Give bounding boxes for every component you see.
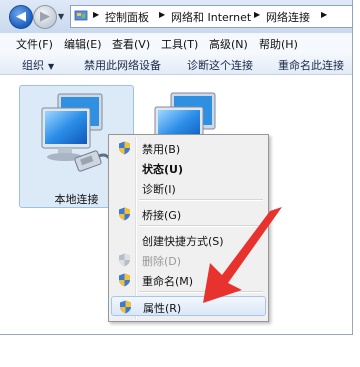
rename-connection-button[interactable]: 重命名此连接 <box>278 57 344 73</box>
menu-tools[interactable]: 工具(T) <box>161 36 198 52</box>
menu-bar: 文件(F) 编辑(E) 查看(V) 工具(T) 高级(N) 帮助(H) <box>0 33 352 53</box>
network-connections-window: ◀ ▶ ▼ ▶ 控制面板 ▶ 网络和 Internet ▶ 网络连接 ▶ 文件(… <box>0 0 353 335</box>
menu-divider <box>139 199 263 201</box>
menu-item-diagnose[interactable]: 诊断(I) <box>111 178 266 198</box>
organize-button[interactable]: 组织 ▼ <box>22 57 54 73</box>
breadcrumb-separator-icon[interactable]: ▶ <box>93 10 99 19</box>
disable-device-button[interactable]: 禁用此网络设备 <box>84 57 161 73</box>
menu-advanced[interactable]: 高级(N) <box>209 36 248 52</box>
menu-view[interactable]: 查看(V) <box>112 36 150 52</box>
menu-edit[interactable]: 编辑(E) <box>64 36 102 52</box>
control-panel-icon <box>74 10 88 21</box>
menu-item-label: 诊断(I) <box>142 183 176 196</box>
diagnose-button[interactable]: 诊断这个连接 <box>187 57 253 73</box>
shield-icon <box>120 300 131 314</box>
shield-icon <box>119 253 130 267</box>
menu-item-label: 删除(D) <box>142 255 182 268</box>
shield-icon <box>119 273 130 287</box>
menu-divider <box>139 291 263 293</box>
breadcrumb-separator-icon[interactable]: ▶ <box>321 10 327 19</box>
command-toolbar: 组织 ▼ 禁用此网络设备 诊断这个连接 重命名此连接 <box>0 52 352 75</box>
menu-item-label: 属性(R) <box>143 302 182 315</box>
back-arrow-icon: ◀ <box>16 9 26 24</box>
breadcrumb-control-panel[interactable]: 控制面板 <box>105 9 149 25</box>
menu-item-label: 禁用(B) <box>142 143 181 156</box>
menu-item-rename[interactable]: 重命名(M) <box>111 270 266 290</box>
shield-icon <box>119 141 130 155</box>
address-bar-area: ◀ ▶ ▼ ▶ 控制面板 ▶ 网络和 Internet ▶ 网络连接 ▶ <box>0 0 353 33</box>
menu-item-label: 状态(U) <box>142 163 183 176</box>
menu-item-create-shortcut[interactable]: 创建快捷方式(S) <box>111 230 266 250</box>
forward-button[interactable]: ▶ <box>33 5 57 29</box>
forward-arrow-icon: ▶ <box>40 9 50 24</box>
menu-item-disable[interactable]: 禁用(B) <box>111 138 266 158</box>
menu-item-label: 桥接(G) <box>142 209 182 222</box>
menu-item-label: 重命名(M) <box>142 275 194 288</box>
breadcrumb-network-connections[interactable]: 网络连接 <box>266 9 310 25</box>
menu-item-bridge[interactable]: 桥接(G) <box>111 204 266 224</box>
breadcrumb-network-internet[interactable]: 网络和 Internet <box>171 9 251 25</box>
network-computer-icon <box>41 93 114 172</box>
context-menu: 禁用(B) 状态(U) 诊断(I) 桥接(G) 创建快捷方式(S) 删除(D) … <box>108 134 269 322</box>
menu-file[interactable]: 文件(F) <box>16 36 53 52</box>
menu-divider <box>139 225 263 227</box>
menu-item-label: 创建快捷方式(S) <box>142 235 224 248</box>
chevron-down-icon: ▼ <box>48 62 55 71</box>
address-box[interactable]: ▶ 控制面板 ▶ 网络和 Internet ▶ 网络连接 ▶ <box>70 5 353 28</box>
breadcrumb-separator-icon[interactable]: ▶ <box>159 10 165 19</box>
menu-item-delete: 删除(D) <box>111 250 266 270</box>
menu-help[interactable]: 帮助(H) <box>259 36 298 52</box>
recent-pages-dropdown-icon[interactable]: ▼ <box>58 12 64 21</box>
organize-label: 组织 <box>22 59 44 72</box>
shield-icon <box>119 207 130 221</box>
menu-item-properties[interactable]: 属性(R) <box>111 296 266 316</box>
breadcrumb-separator-icon[interactable]: ▶ <box>254 10 260 19</box>
back-button[interactable]: ◀ <box>9 5 33 29</box>
menu-item-status[interactable]: 状态(U) <box>111 158 266 178</box>
